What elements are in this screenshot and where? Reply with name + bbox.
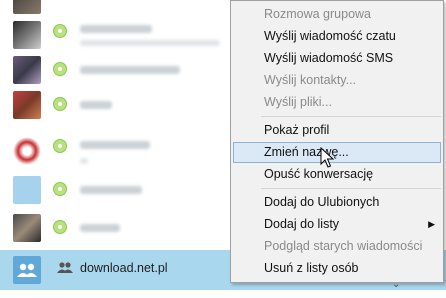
menu-item-view-old-messages: Podgląd starych wiadomości xyxy=(264,239,423,253)
contact-name-blurred xyxy=(80,101,112,109)
menu-item-add-to-list[interactable]: Dodaj do listy ▶ xyxy=(233,214,441,235)
menu-item-add-to-favorites[interactable]: Dodaj do Ulubionych xyxy=(233,192,441,213)
online-status-icon xyxy=(53,62,67,76)
online-status-icon xyxy=(53,97,67,111)
contact-status-blurred xyxy=(80,158,88,164)
context-menu: Rozmowa grupowa Wyślij wiadomość czatu W… xyxy=(230,0,444,283)
menu-item-rename[interactable]: Zmień nazwę... xyxy=(233,142,441,163)
menu-item-send-chat-message[interactable]: Wyślij wiadomość czatu xyxy=(233,26,441,47)
menu-item-group-chat: Rozmowa grupowa xyxy=(264,7,371,21)
mouse-cursor-icon xyxy=(320,147,334,168)
group-icon xyxy=(57,262,73,273)
menu-item-show-profile[interactable]: Pokaż profil xyxy=(233,120,441,141)
menu-item-leave-conversation[interactable]: Opuść konwersację xyxy=(233,164,441,185)
avatar xyxy=(13,137,41,165)
menu-item-send-files: Wyślij pliki... xyxy=(264,95,332,109)
contact-name-blurred xyxy=(80,141,150,149)
menu-separator xyxy=(261,188,441,189)
menu-item-send-contacts: Wyślij kontakty... xyxy=(264,73,357,87)
avatar xyxy=(13,214,41,242)
menu-item-label: Dodaj do listy xyxy=(264,217,340,231)
contact-name: download.net.pl xyxy=(80,261,168,275)
contact-name-blurred xyxy=(80,25,152,33)
group-avatar xyxy=(13,256,41,284)
submenu-arrow-icon: ▶ xyxy=(428,219,435,229)
contact-status-blurred xyxy=(80,40,220,46)
avatar xyxy=(13,176,41,204)
online-status-icon xyxy=(53,139,67,153)
avatar xyxy=(13,0,41,14)
menu-separator xyxy=(261,116,441,117)
menu-item-send-sms[interactable]: Wyślij wiadomość SMS xyxy=(233,48,441,69)
avatar xyxy=(13,91,41,119)
online-status-icon xyxy=(53,182,67,196)
avatar xyxy=(13,21,41,49)
contact-name-blurred xyxy=(80,186,142,194)
online-status-icon xyxy=(53,24,67,38)
avatar xyxy=(13,56,41,84)
contact-name-blurred xyxy=(80,66,180,74)
online-status-icon xyxy=(53,220,67,234)
contact-name-blurred xyxy=(80,224,120,232)
menu-item-remove-from-contacts[interactable]: Usuń z listy osób xyxy=(233,258,441,279)
group-avatar-icon xyxy=(17,263,37,277)
